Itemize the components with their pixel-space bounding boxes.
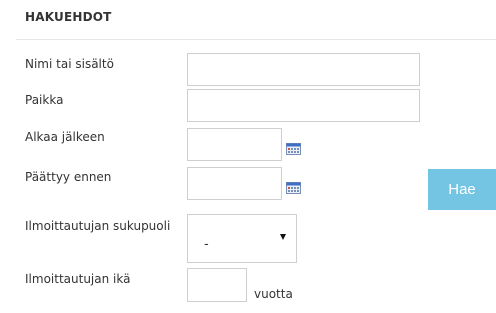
age-unit: vuotta [254, 287, 293, 301]
place-input[interactable] [187, 89, 420, 122]
age-input[interactable] [187, 268, 247, 302]
gender-selected-value: - [204, 237, 209, 252]
panel-title: HAKUEHDOT [25, 10, 112, 24]
search-criteria-panel: HAKUEHDOT Nimi tai sisältö Paikka Alkaa … [16, 0, 496, 313]
calendar-icon[interactable] [286, 182, 301, 194]
age-label: Ilmoittautujan ikä [25, 272, 131, 286]
name-label: Nimi tai sisältö [25, 57, 114, 71]
search-button[interactable]: Hae [428, 169, 496, 210]
name-input[interactable] [187, 53, 420, 86]
gender-label: Ilmoittautujan sukupuoli [25, 219, 171, 233]
gender-select[interactable]: - [187, 214, 297, 263]
header-divider [16, 39, 496, 40]
starts-after-input[interactable] [187, 128, 282, 161]
calendar-icon[interactable] [286, 143, 301, 155]
place-label: Paikka [25, 93, 64, 107]
ends-before-label: Päättyy ennen [25, 170, 112, 184]
caret-down-icon [280, 234, 286, 240]
ends-before-input[interactable] [187, 167, 282, 200]
starts-after-label: Alkaa jälkeen [25, 130, 105, 144]
